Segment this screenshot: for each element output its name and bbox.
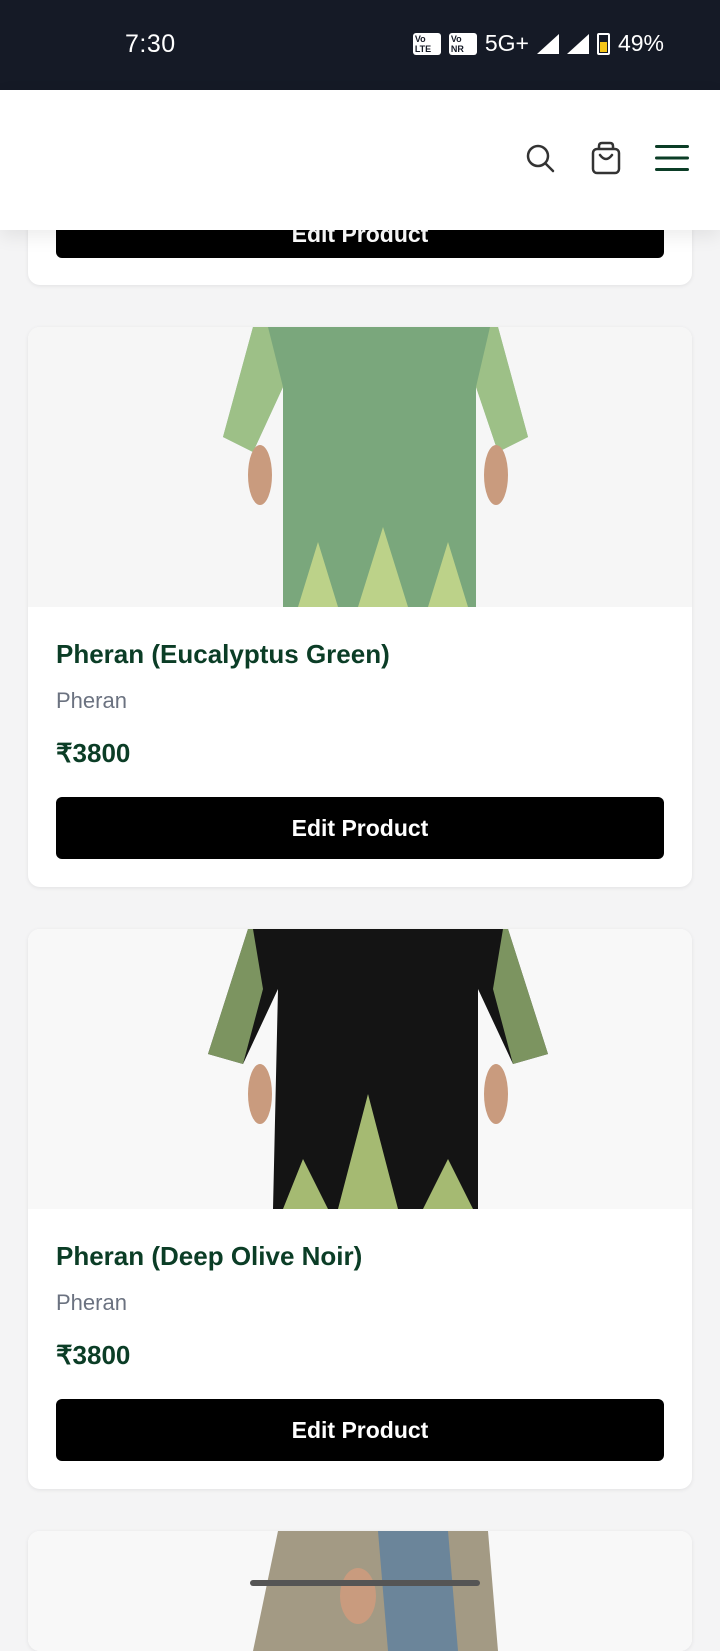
pheran-next-image [28,1531,692,1651]
home-indicator[interactable] [250,1580,480,1586]
menu-icon [655,145,689,171]
edit-product-button[interactable]: Edit Product [56,1399,664,1461]
product-image [28,1531,692,1651]
product-card[interactable]: Pheran (Deep Olive Noir) Pheran ₹3800 Ed… [28,929,692,1489]
status-bar: 7:30 Vo LTE Vo NR 5G+ 49% [0,0,720,90]
search-icon [526,144,555,173]
product-category: Pheran [56,688,127,713]
pheran-green-image [28,327,692,607]
signal-icon [536,33,559,54]
product-card-next[interactable] [28,1531,692,1651]
product-image [28,929,692,1209]
pheran-olive-noir-image [28,929,692,1209]
battery-icon [596,32,610,55]
cart-icon [591,141,621,175]
app-header [0,90,720,230]
product-price: ₹3800 [56,1340,131,1370]
search-button[interactable] [522,140,558,176]
network-label: 5G+ [484,30,529,56]
edit-product-button[interactable]: Edit Product [56,797,664,859]
product-title[interactable]: Pheran (Eucalyptus Green) [56,639,664,670]
product-category: Pheran [56,1290,127,1315]
sim2-icon: Vo NR [448,32,477,55]
signal2-icon [566,33,589,54]
product-card[interactable]: Pheran (Eucalyptus Green) Pheran ₹3800 E… [28,327,692,887]
product-title[interactable]: Pheran (Deep Olive Noir) [56,1241,664,1272]
product-image [28,327,692,607]
sim1-icon: Vo LTE [412,32,441,55]
cart-button[interactable] [588,140,624,176]
status-time: 7:30 [125,30,176,58]
status-icons: Vo LTE Vo NR 5G+ 49% [412,30,664,57]
product-price: ₹3800 [56,738,131,768]
menu-button[interactable] [654,140,690,176]
battery-level: 49% [617,30,664,56]
